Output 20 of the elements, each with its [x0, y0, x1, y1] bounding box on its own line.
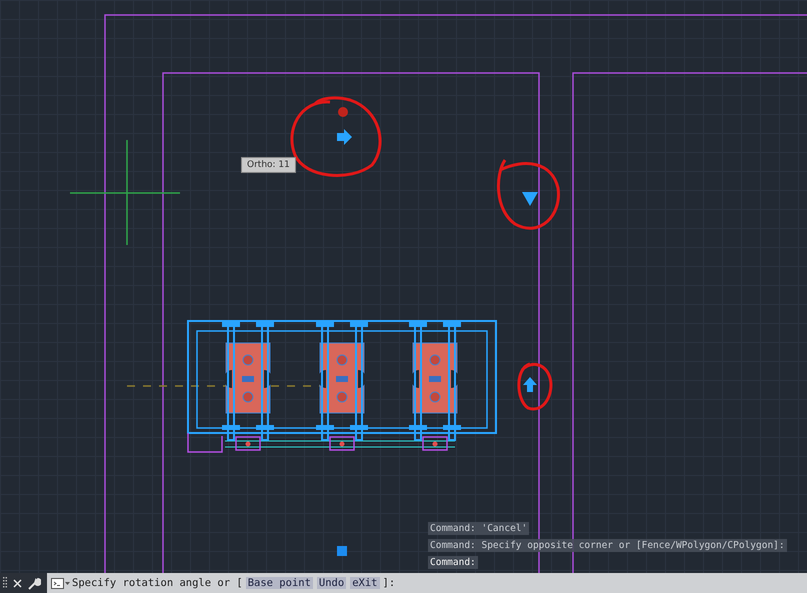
wrench-icon[interactable]: [28, 576, 41, 590]
triangle-down-icon[interactable]: [522, 192, 538, 206]
close-icon[interactable]: [13, 578, 22, 588]
grip-square-icon[interactable]: [337, 546, 347, 556]
command-option[interactable]: Undo: [316, 577, 346, 589]
crosshair-icon: [69, 139, 181, 246]
ortho-tooltip: Ortho: 11: [241, 157, 296, 173]
arrow-up-icon[interactable]: [523, 377, 537, 392]
drag-handle-icon[interactable]: [3, 577, 7, 589]
command-prompt: Specify rotation angle or [: [72, 577, 243, 589]
grip-point-icon[interactable]: [338, 107, 348, 117]
annotation-circle-drawing: [517, 362, 552, 410]
terminal-icon[interactable]: [51, 578, 70, 588]
command-option[interactable]: eXit: [350, 577, 380, 589]
command-prompt-end: ]:: [382, 577, 396, 589]
arrow-right-icon[interactable]: [337, 129, 352, 145]
equipment-drawing[interactable]: [187, 320, 497, 453]
command-option[interactable]: Base point: [246, 577, 313, 589]
drawing-canvas[interactable]: Ortho: 11 Command: 'Cancel' Command: Specify opposite corner or [Fence/WPolygon/CPolygon]: Command:: [0, 0, 807, 573]
annotation-circle-drawing: [496, 159, 560, 230]
